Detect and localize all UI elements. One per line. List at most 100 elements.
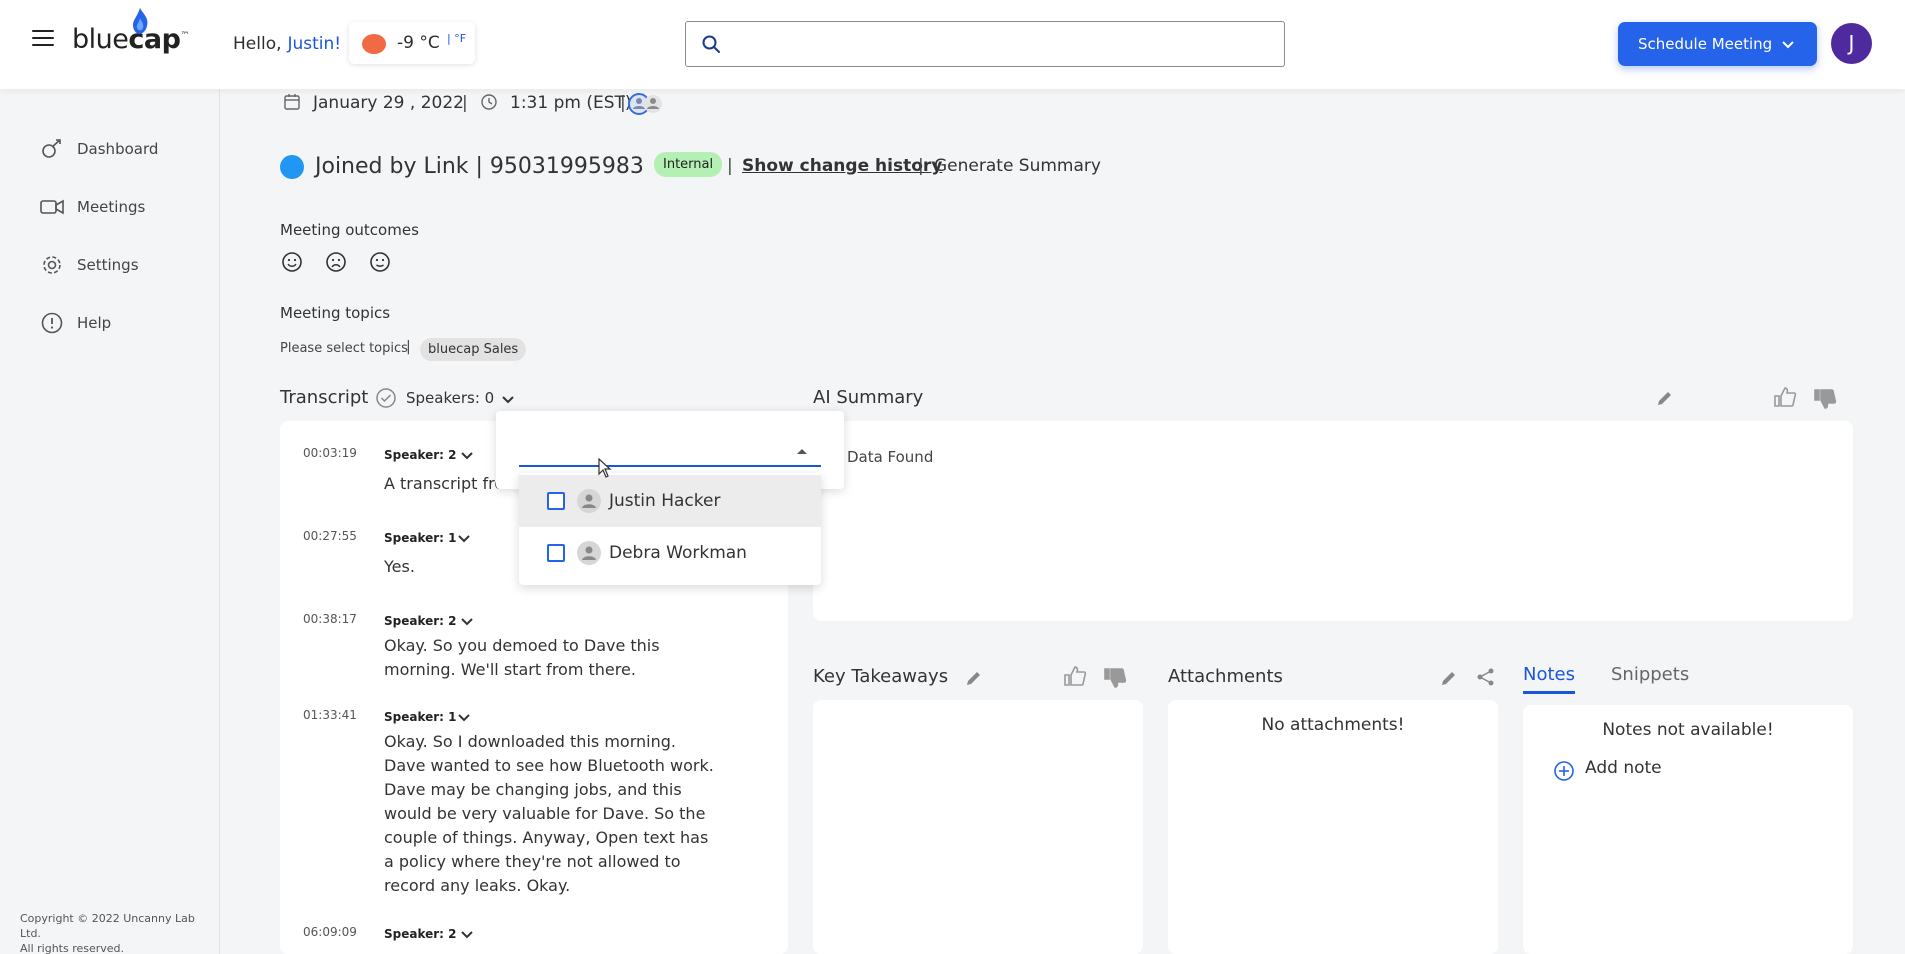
sidebar-item-label: Dashboard: [77, 140, 159, 158]
thumbs-down-icon[interactable]: [1813, 388, 1837, 410]
weather-widget[interactable]: -9 °C | °F: [349, 22, 475, 64]
speaker-option[interactable]: Debra Workman: [519, 527, 821, 579]
timestamp[interactable]: 00:27:55: [303, 529, 357, 543]
speaker-label: Speaker: 2: [384, 614, 457, 628]
copyright-line: All rights reserved.: [20, 942, 125, 954]
ai-summary-empty: o Data Found: [833, 448, 934, 466]
meeting-date: January 29 , 2022: [313, 93, 464, 113]
smile-face-icon[interactable]: [281, 251, 303, 273]
chevron-down-icon[interactable]: [500, 391, 516, 407]
greeting-text: Hello,: [233, 34, 282, 54]
transcript-line: would be very valuable for Dave. So the: [384, 804, 706, 823]
sidebar-item-label: Meetings: [77, 198, 146, 216]
person-avatar-icon: [577, 489, 601, 513]
search-input[interactable]: [685, 21, 1285, 67]
bluecap-logo[interactable]: bluecap™: [72, 8, 189, 55]
transcript-line: Dave may be changing jobs, and this: [384, 780, 682, 799]
chevron-down-icon[interactable]: [460, 927, 474, 941]
option-checkbox[interactable]: [547, 492, 565, 510]
notes-card: Notes not available!: [1523, 705, 1853, 954]
weather-sun-icon: [362, 34, 386, 54]
speaker-label: Speaker: 2: [384, 448, 457, 462]
separator: |: [620, 93, 626, 113]
attachments-empty: No attachments!: [1261, 715, 1405, 735]
mouse-cursor-icon: [598, 458, 612, 478]
clock-icon: [481, 94, 497, 110]
thumbs-up-icon[interactable]: [1063, 665, 1087, 687]
transcript-title: Transcript: [280, 387, 369, 408]
pencil-icon[interactable]: [1655, 388, 1675, 408]
timestamp[interactable]: 00:38:17: [303, 612, 357, 626]
separator: |: [462, 93, 468, 113]
key-takeaways-title: Key Takeaways: [813, 666, 949, 687]
chevron-down-icon[interactable]: [457, 710, 471, 724]
option-label: Justin Hacker: [609, 491, 721, 511]
participants-avatars-icon[interactable]: [627, 92, 667, 116]
transcript-line: couple of things. Anyway, Open text has: [384, 828, 709, 847]
chevron-down-icon[interactable]: [457, 531, 471, 545]
pencil-icon[interactable]: [964, 668, 984, 688]
dashboard-icon: [42, 139, 61, 158]
speaker-options-list: Justin Hacker Debra Workman: [519, 473, 821, 585]
transcript-line: Dave wanted to see how Bluetooth work.: [384, 756, 714, 775]
transcript-line: record any leaks. Okay.: [384, 876, 571, 895]
notes-empty: Notes not available!: [1602, 720, 1774, 740]
copyright-line: Copyright © 2022 Uncanny Lab Ltd.: [20, 912, 195, 940]
show-change-history-link[interactable]: Show change history: [742, 156, 942, 176]
pencil-icon[interactable]: [1439, 668, 1459, 688]
neutral-face-icon[interactable]: [369, 251, 391, 273]
logo-text-light: blue: [72, 24, 129, 55]
generate-summary-button[interactable]: Generate Summary: [934, 156, 1101, 176]
timestamp[interactable]: 01:33:41: [303, 708, 357, 722]
attachments-title: Attachments: [1168, 666, 1283, 687]
caret-up-icon[interactable]: [797, 449, 807, 454]
schedule-meeting-button[interactable]: Schedule Meeting: [1618, 22, 1817, 66]
internal-badge: Internal: [654, 152, 723, 177]
separator: |: [406, 339, 411, 355]
check-circle-icon: [376, 388, 396, 408]
attachments-card: No attachments!: [1168, 700, 1498, 954]
weather-fahrenheit-toggle[interactable]: | °F: [447, 32, 466, 45]
chevron-down-icon[interactable]: [460, 614, 474, 628]
greeting: Hello, Justin!: [233, 34, 341, 54]
speaker-option[interactable]: Justin Hacker: [519, 475, 821, 527]
timestamp[interactable]: 06:09:09: [303, 925, 357, 939]
option-checkbox[interactable]: [547, 544, 565, 562]
timestamp[interactable]: 00:03:19: [303, 446, 357, 460]
thumbs-down-icon[interactable]: [1103, 667, 1127, 689]
logo-trademark: ™: [180, 31, 189, 41]
speakers-count[interactable]: Speakers: 0: [406, 389, 494, 407]
meeting-time: 1:31 pm (EST): [510, 93, 632, 113]
speaker-label: Speaker: 1: [384, 710, 457, 724]
sidebar-item-label: Settings: [77, 256, 139, 274]
meeting-outcomes-label: Meeting outcomes: [280, 221, 419, 239]
speaker-select-input[interactable]: [519, 433, 821, 467]
share-icon[interactable]: [1476, 667, 1496, 687]
topic-chip[interactable]: bluecap Sales: [420, 338, 527, 361]
top-bar: bluecap™ Hello, Justin! -9 °C | °F Schedu…: [0, 0, 1905, 89]
thumbs-up-icon[interactable]: [1773, 386, 1797, 408]
chevron-down-icon[interactable]: [460, 448, 474, 462]
search-icon: [702, 35, 720, 53]
plus-circle-icon: [1554, 761, 1574, 781]
key-takeaways-card: [813, 700, 1143, 954]
hamburger-menu-icon[interactable]: [32, 30, 54, 48]
greeting-user-name: Justin!: [287, 34, 342, 54]
schedule-meeting-label: Schedule Meeting: [1638, 35, 1773, 53]
speaker-label: Speaker: 2: [384, 927, 457, 941]
tab-notes[interactable]: Notes: [1523, 664, 1575, 694]
ai-summary-title: AI Summary: [813, 387, 924, 408]
user-avatar[interactable]: J: [1831, 23, 1872, 64]
sad-face-icon[interactable]: [325, 251, 347, 273]
weather-temperature: -9 °C: [397, 33, 440, 53]
topics-hint[interactable]: Please select topics: [280, 341, 408, 356]
transcript-line: Okay. So you demoed to Dave this: [384, 636, 660, 655]
calendar-icon: [284, 94, 300, 110]
speaker-label: Speaker: 1: [384, 531, 457, 545]
transcript-line: morning. We'll start from there.: [384, 660, 636, 679]
tab-snippets[interactable]: Snippets: [1611, 664, 1689, 685]
ai-summary-panel: o Data Found: [813, 421, 1853, 621]
video-camera-icon: [40, 199, 64, 215]
meeting-topics-label: Meeting topics: [280, 304, 391, 322]
video-call-icon: [280, 155, 304, 179]
